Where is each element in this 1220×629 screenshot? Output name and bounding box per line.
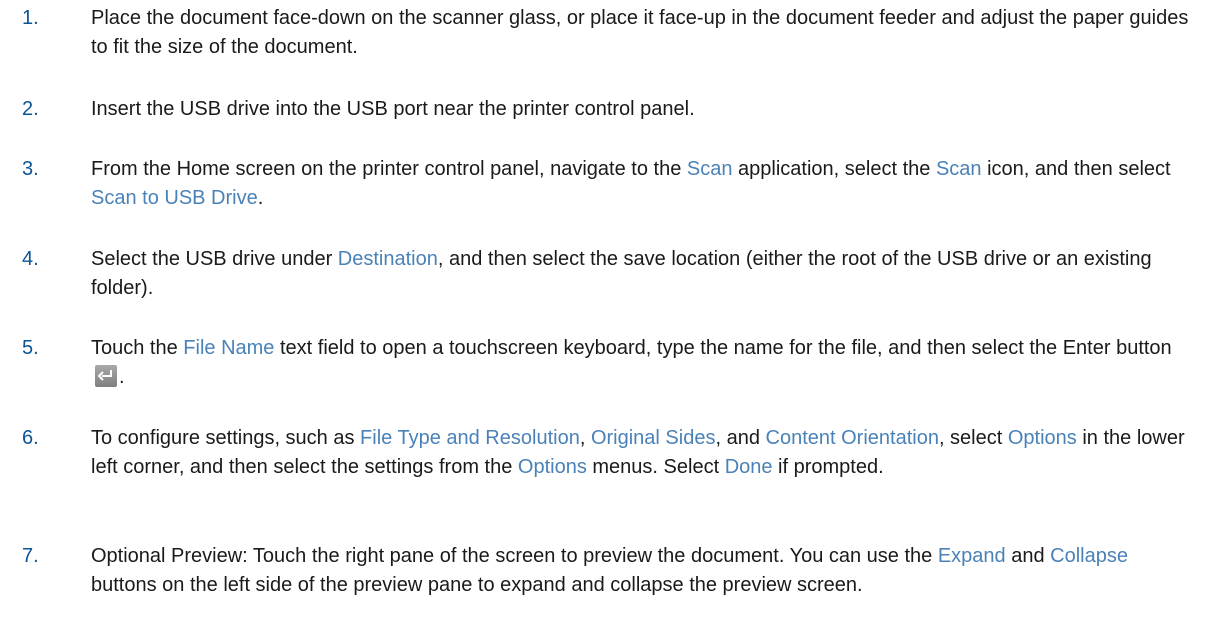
step-number: 6.: [22, 427, 39, 449]
ui-term: Content Orientation: [765, 427, 939, 449]
ui-term: Original Sides: [590, 427, 716, 449]
step-text-run: From the Home screen on the printer cont…: [91, 158, 687, 180]
step-text-run: To configure settings, such as: [91, 427, 361, 449]
step-text: Touch the File Name text field to open a…: [91, 334, 1191, 392]
step-text: To configure settings, such as File Type…: [91, 424, 1191, 482]
step-number: 7.: [22, 545, 39, 567]
step-text-run: .: [257, 187, 264, 209]
ui-term: Options: [517, 456, 587, 478]
step-text-run: Place the document face-down on the scan…: [91, 7, 1189, 58]
ui-term: Done: [724, 456, 773, 478]
step-text-run: Touch the: [91, 337, 184, 359]
step-number: 3.: [22, 158, 39, 180]
step-text: Optional Preview: Touch the right pane o…: [91, 542, 1191, 600]
step-text-run: menus. Select: [586, 456, 725, 478]
enter-key-icon: [95, 364, 117, 387]
step-text: From the Home screen on the printer cont…: [91, 155, 1191, 213]
step-text-run: Optional Preview: Touch the right pane o…: [91, 545, 938, 567]
step-number: 5.: [22, 337, 39, 359]
ui-term: Scan: [686, 158, 733, 180]
ui-term: Expand: [937, 545, 1006, 567]
step-number: 2.: [22, 98, 39, 120]
step-text-run: text field to open a touchscreen keyboar…: [274, 337, 1172, 359]
step-text-run: Select the USB drive under: [91, 248, 338, 270]
step-text: Place the document face-down on the scan…: [91, 4, 1191, 62]
step-number: 4.: [22, 248, 39, 270]
step-text-run: and: [1005, 545, 1051, 567]
step-text-run: , select: [938, 427, 1008, 449]
ui-term: File Name: [183, 337, 275, 359]
step-text-run: if prompted.: [772, 456, 884, 478]
ui-term: Collapse: [1050, 545, 1128, 567]
ui-term: Destination: [337, 248, 438, 270]
step-text-run: icon, and then select: [981, 158, 1171, 180]
step-text: Select the USB drive under Destination, …: [91, 245, 1191, 303]
step-text-run: application, select the: [732, 158, 936, 180]
step-text-run: .: [119, 366, 125, 388]
step-text: Insert the USB drive into the USB port n…: [91, 95, 1191, 124]
ui-term: Scan: [935, 158, 982, 180]
step-text-run: Insert the USB drive into the USB port n…: [91, 98, 695, 120]
ui-term: File Type and Resolution: [360, 427, 580, 449]
ui-term: Options: [1007, 427, 1077, 449]
step-text-run: , and: [715, 427, 766, 449]
step-text-run: ,: [579, 427, 591, 449]
step-text-run: buttons on the left side of the preview …: [91, 574, 863, 596]
ui-term: Scan to USB Drive: [91, 187, 258, 209]
step-number: 1.: [22, 7, 39, 29]
